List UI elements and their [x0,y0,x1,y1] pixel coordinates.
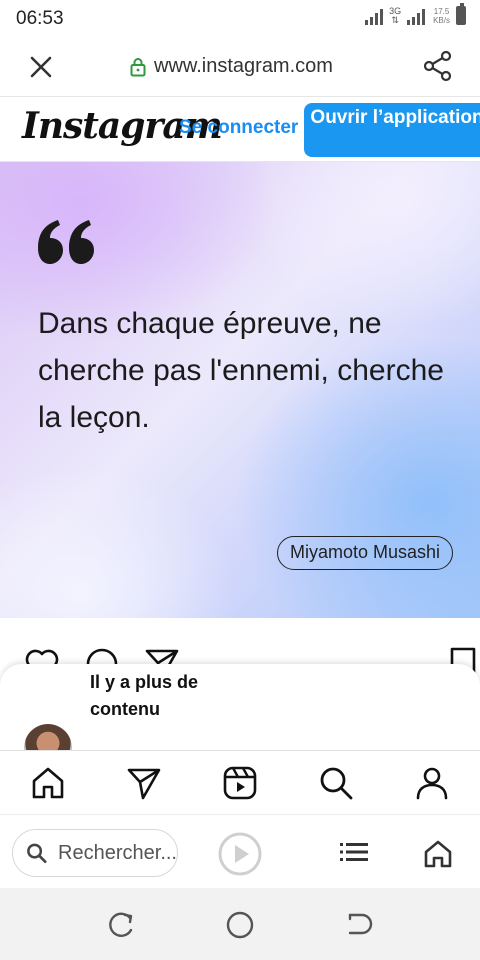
instagram-header: Instagram Se connecter Ouvrir l’applicat… [0,96,480,162]
battery-icon [456,3,466,25]
search-placeholder: Rechercher... [58,841,177,864]
more-content-text: Il y a plus de contenu [90,672,199,719]
lock-icon [130,57,146,76]
direct-send-icon[interactable] [126,765,162,801]
recent-apps-icon[interactable] [106,910,136,940]
url-field[interactable]: www.instagram.com [130,55,333,78]
reels-icon[interactable] [222,765,258,801]
data-arrows-icon: ⇅ [391,15,399,25]
browser-search-field[interactable]: Rechercher... [12,829,178,877]
url-text: www.instagram.com [154,55,333,77]
signal-icon [365,7,384,25]
open-app-button[interactable]: Ouvrir l’application [304,103,480,157]
profile-icon[interactable] [414,765,450,801]
post-image[interactable]: Dans chaque épreuve, ne cherche pas l'en… [0,162,480,618]
data-speed: 17.5 KB/s [433,7,450,25]
instagram-bottom-nav [0,750,480,814]
login-link[interactable]: Se connecter [179,117,298,139]
browser-home-icon[interactable] [423,839,453,869]
signal-icon-2 [407,7,426,25]
tabs-list-icon[interactable] [340,841,368,863]
quote-text: Dans chaque épreuve, ne cherche pas l'en… [38,307,444,434]
android-navigation-bar [0,888,480,960]
avatar [24,724,72,750]
status-bar: 06:53 3G ⇅ 17.5 KB/s [0,0,480,36]
home-circle-icon[interactable] [225,910,255,940]
quote-icon [38,220,94,264]
close-icon[interactable] [28,54,54,80]
status-time: 06:53 [16,8,64,29]
share-icon[interactable] [423,50,453,82]
search-icon[interactable] [318,765,354,801]
network-type: 3G ⇅ [389,6,402,25]
search-icon [27,843,47,863]
browser-address-bar: www.instagram.com [0,36,480,96]
home-icon[interactable] [30,765,66,801]
back-icon[interactable] [344,910,374,940]
more-content-sheet[interactable]: Il y a plus de contenu [0,664,480,750]
browser-toolbar: Rechercher... [0,814,480,888]
status-icons: 3G ⇅ 17.5 KB/s [365,3,466,25]
author-badge: Miyamoto Musashi [277,536,454,570]
play-icon[interactable] [218,832,262,876]
